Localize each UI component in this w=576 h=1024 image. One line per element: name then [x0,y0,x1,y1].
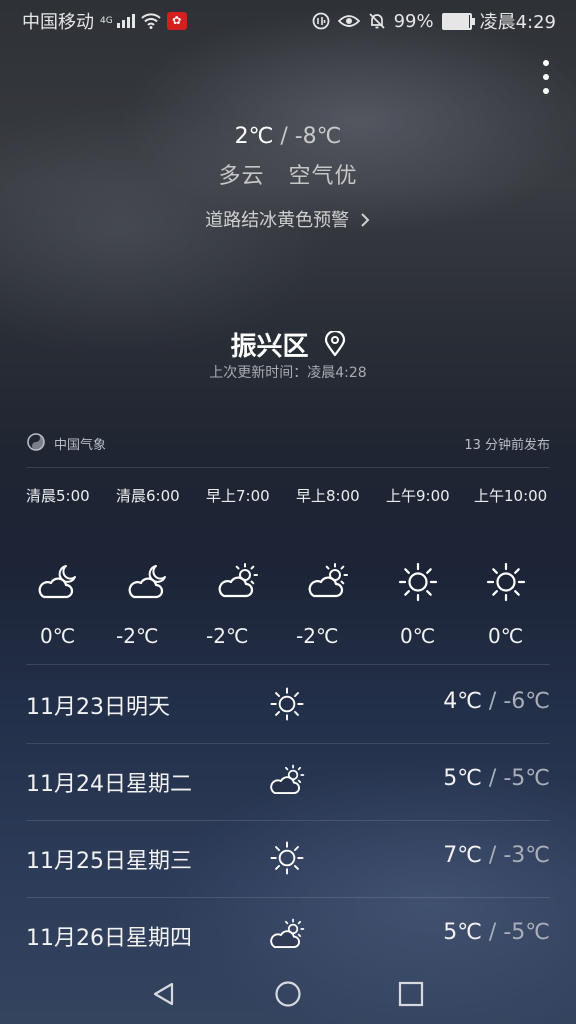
daily-low: -3℃ [503,843,550,868]
daily-forecast-row[interactable]: 11月25日星期三 7℃ / -3℃ [26,821,550,898]
navigation-bar [0,964,576,1024]
daily-low: -5℃ [503,766,550,791]
location-pin-icon [324,329,345,357]
eye-comfort-icon [337,15,360,27]
daily-temperature-range: 4℃ / -6℃ [443,689,550,714]
more-dot-icon [543,88,549,94]
today-condition: 多云 [218,164,265,189]
sunny-icon [268,685,306,723]
temp-separator: / [488,689,497,714]
daily-date: 11月24日星期二 [26,772,192,797]
temp-separator: / [488,920,497,945]
weather-source-logo-icon [27,433,45,451]
hourly-temp: 0℃ [400,624,436,648]
today-high: 2℃ [234,124,274,149]
carrier-label: 中国移动 [22,12,94,33]
publish-time: 13 分钟前发布 [464,438,550,453]
wifi-icon [141,13,161,29]
today-condition-row: 多云 空气优 [0,158,576,190]
last-update-time: 上次更新时间：凌晨4:28 [209,365,367,381]
hourly-temp: 0℃ [488,624,524,648]
sunny-icon [396,560,440,604]
weather-warning-link[interactable]: 道路结冰黄色预警 [0,206,576,232]
warning-text: 道路结冰黄色预警 [205,210,350,231]
hourly-temp: -2℃ [296,624,339,648]
partly-cloudy-icon [306,560,350,604]
daily-high: 5℃ [443,766,482,791]
home-icon[interactable] [274,980,302,1008]
today-low: -8℃ [294,124,342,149]
hourly-time: 清晨6:00 [116,487,180,505]
daily-high: 7℃ [443,843,482,868]
location-name: 振兴区 [230,332,309,362]
hourly-forecast[interactable]: 清晨5:00 0℃ 清晨6:00 -2℃ 早上7:00 -2℃ 早上8:00 -2℃ 上午9:0… [26,470,576,660]
hourly-time: 上午10:00 [474,487,548,505]
today-temperature-range: 2℃ / -8℃ [0,124,576,149]
partly-cloudy-icon [268,916,306,954]
temp-separator: / [488,766,497,791]
daily-forecast-row[interactable]: 11月24日星期二 5℃ / -5℃ [26,744,550,821]
daily-high: 4℃ [443,689,482,714]
status-bar-left: 中国移动 4G ✿ [22,8,187,34]
more-options-button[interactable] [538,60,554,94]
hourly-temp: -2℃ [116,624,159,648]
more-dot-icon [543,74,549,80]
recents-icon[interactable] [397,980,425,1008]
partly-cloudy-icon [216,560,260,604]
daily-date: 11月25日星期三 [26,849,192,874]
cloudy-night-icon [126,560,170,604]
daily-temperature-range: 5℃ / -5℃ [443,920,550,945]
hourly-temp: 0℃ [40,624,76,648]
hourly-time: 早上7:00 [206,487,270,505]
sunny-icon [484,560,528,604]
daily-high: 5℃ [443,920,482,945]
status-bar-right: 99% 凌晨4:29 [312,8,556,34]
app-notification-icon: ✿ [166,12,187,30]
hourly-time: 早上8:00 [296,487,360,505]
hourly-temp: -2℃ [206,624,249,648]
chevron-right-icon [361,213,370,227]
partly-cloudy-icon [268,762,306,800]
hourly-time: 上午9:00 [386,487,450,505]
daily-forecast-row[interactable]: 11月26日星期四 5℃ / -5℃ [26,898,550,974]
cloudy-night-icon [36,560,80,604]
divider [26,467,550,468]
sunny-icon [268,839,306,877]
back-icon[interactable] [150,980,178,1008]
battery-icon [441,12,475,30]
daily-date: 11月26日星期四 [26,926,192,951]
signal-icon [116,14,135,28]
status-bar: 中国移动 4G ✿ 99% 凌晨4:29 [0,0,576,40]
clock: 凌晨4:29 [479,12,556,33]
divider [26,664,550,665]
source-name: 中国气象 [54,438,107,453]
air-quality[interactable]: 空气优 [288,164,357,189]
more-dot-icon [543,60,549,66]
daily-date: 11月23日明天 [26,695,170,720]
data-source-row: 中国气象 13 分钟前发布 [26,432,550,456]
mute-bell-icon [368,13,385,29]
daily-forecast-row[interactable]: 11月23日明天 4℃ / -6℃ [26,667,550,744]
temp-separator: / [488,843,497,868]
daily-low: -5℃ [503,920,550,945]
location-title[interactable]: 振兴区 [0,326,576,363]
daily-temperature-range: 5℃ / -5℃ [443,766,550,791]
battery-percent: 99% [393,10,434,32]
data-saver-icon [312,12,329,30]
temp-separator: / [280,124,288,149]
daily-low: -6℃ [503,689,550,714]
hourly-time: 清晨5:00 [26,487,90,505]
daily-temperature-range: 7℃ / -3℃ [443,843,550,868]
network-type-label: 4G [100,16,113,26]
